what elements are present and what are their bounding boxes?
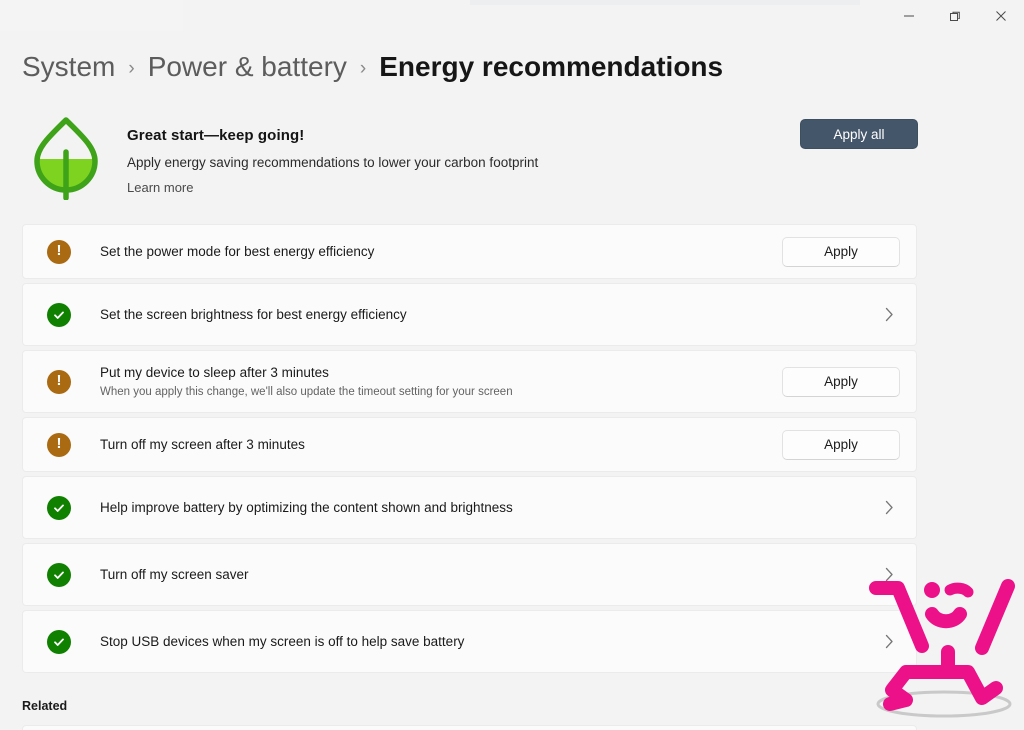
maximize-button[interactable] [932, 0, 978, 32]
recommendation-row[interactable]: ! Put my device to sleep after 3 minutes… [22, 350, 917, 413]
recommendation-body: Turn off my screen after 3 minutes [71, 436, 782, 454]
alert-icon: ! [47, 369, 71, 394]
recommendation-title: Turn off my screen after 3 minutes [100, 436, 305, 452]
recommendation-body: Stop USB devices when my screen is off t… [71, 633, 881, 651]
recommendation-body: Help improve battery by optimizing the c… [71, 499, 881, 517]
title-bar [0, 0, 1024, 32]
recommendation-body: Set the screen brightness for best energ… [71, 306, 881, 324]
learn-more-link[interactable]: Learn more [127, 179, 193, 197]
recommendation-row[interactable]: ! Set the power mode for best energy eff… [22, 224, 917, 279]
breadcrumb-separator-1: › [128, 58, 135, 79]
chevron-right-icon[interactable] [881, 634, 897, 649]
restore-icon [949, 10, 962, 23]
close-button[interactable] [978, 0, 1024, 32]
alert-icon: ! [47, 239, 71, 264]
recommendation-row[interactable]: ! Turn off my screen after 3 minutes App… [22, 417, 917, 472]
recommendation-subtitle: When you apply this change, we'll also u… [100, 385, 513, 398]
recommendation-row[interactable]: Stop USB devices when my screen is off t… [22, 610, 917, 673]
breadcrumb: System › Power & battery › Energy recomm… [0, 32, 1024, 88]
energy-summary-subtitle: Apply energy saving recommendations to l… [127, 155, 539, 170]
breadcrumb-item-system[interactable]: System [22, 50, 115, 84]
settings-page: System › Power & battery › Energy recomm… [0, 32, 1024, 730]
related-heading: Related [22, 699, 68, 713]
recommendation-title: Stop USB devices when my screen is off t… [100, 633, 465, 649]
apply-button[interactable]: Apply [782, 429, 900, 460]
recommendation-body: Turn off my screen saver [71, 566, 881, 584]
recommendation-title: Help improve battery by optimizing the c… [100, 499, 513, 515]
chevron-right-icon[interactable] [881, 567, 897, 582]
page-title: Energy recommendations [379, 51, 724, 82]
apply-button[interactable]: Apply [782, 236, 900, 267]
leaf-icon [26, 112, 106, 202]
recommendation-row[interactable]: Set the screen brightness for best energ… [22, 283, 917, 346]
chevron-right-icon[interactable] [881, 307, 897, 322]
check-icon [47, 562, 71, 587]
related-link-row[interactable]: More about efficiency on Microsoft.com [22, 725, 917, 730]
check-icon [47, 629, 71, 654]
recommendation-title: Turn off my screen saver [100, 566, 249, 582]
breadcrumb-item-power-battery[interactable]: Power & battery [148, 50, 347, 84]
recommendation-row[interactable]: Help improve battery by optimizing the c… [22, 476, 917, 539]
recommendation-body: Put my device to sleep after 3 minutes W… [71, 364, 782, 400]
exclamation-glyph: ! [56, 435, 62, 452]
exclamation-glyph: ! [56, 372, 62, 389]
breadcrumb-separator-2: › [359, 58, 367, 79]
minimize-icon [903, 10, 915, 22]
close-icon [995, 10, 1007, 22]
energy-summary-header: Great start—keep going! Apply energy sav… [0, 88, 1024, 202]
alert-icon: ! [47, 432, 71, 457]
minimize-button[interactable] [886, 0, 932, 32]
apply-button[interactable]: Apply [782, 366, 900, 397]
chevron-right-icon[interactable] [881, 500, 897, 515]
recommendations-list: ! Set the power mode for best energy eff… [0, 224, 1024, 673]
check-icon [47, 302, 71, 327]
recommendation-title: Set the power mode for best energy effic… [100, 243, 375, 259]
recommendation-row[interactable]: Turn off my screen saver [22, 543, 917, 606]
recommendation-title: Set the screen brightness for best energ… [100, 306, 407, 322]
recommendation-title: Put my device to sleep after 3 minutes [100, 364, 329, 380]
apply-all-button[interactable]: Apply all [800, 119, 918, 149]
check-icon [47, 495, 71, 520]
recommendation-body: Set the power mode for best energy effic… [71, 243, 782, 261]
titlebar-tab-ghost [0, 0, 183, 31]
titlebar-strip-ghost [470, 0, 860, 5]
exclamation-glyph: ! [56, 242, 62, 259]
